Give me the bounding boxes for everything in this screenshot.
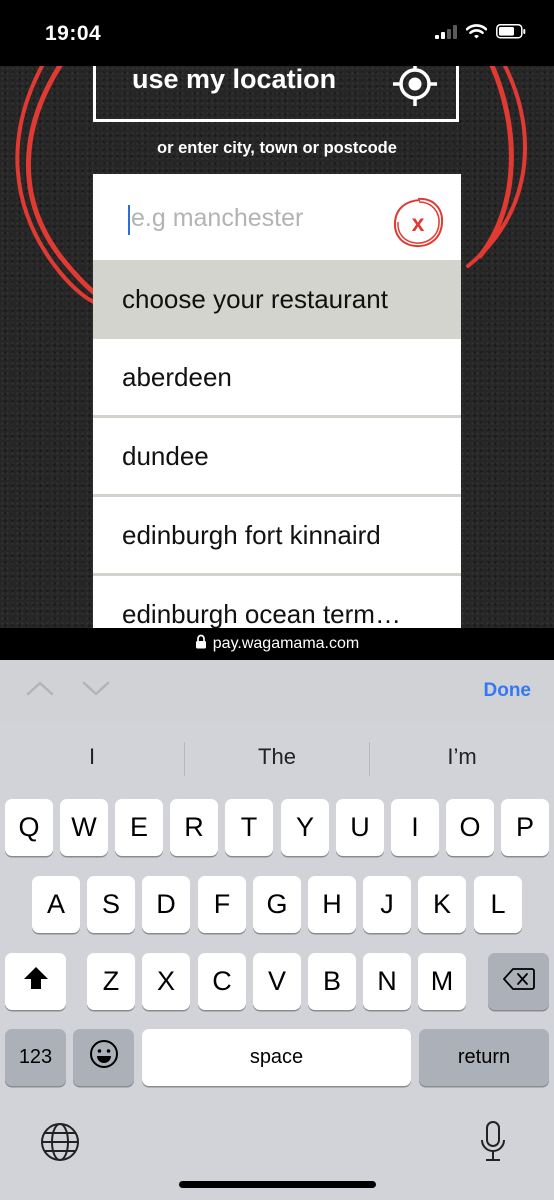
- use-my-location-button[interactable]: use my location: [93, 66, 459, 122]
- keyboard: I The I’m Q W E R T Y U I O P A S D F G …: [0, 722, 554, 1200]
- key-v[interactable]: V: [253, 953, 301, 1010]
- prediction-2[interactable]: The: [185, 744, 369, 770]
- key-q[interactable]: Q: [5, 799, 53, 856]
- key-c[interactable]: C: [198, 953, 246, 1010]
- next-field-button[interactable]: [81, 678, 111, 703]
- key-t[interactable]: T: [225, 799, 273, 856]
- use-my-location-label: use my location: [132, 66, 337, 94]
- crosshair-icon: [392, 66, 438, 112]
- previous-field-button[interactable]: [25, 678, 55, 703]
- wifi-icon: [465, 24, 488, 44]
- key-s[interactable]: S: [87, 876, 135, 933]
- status-time: 19:04: [45, 22, 102, 45]
- key-l[interactable]: L: [474, 876, 522, 933]
- key-b[interactable]: B: [308, 953, 356, 1010]
- signal-icon: [435, 24, 457, 44]
- restaurant-option-dundee[interactable]: dundee: [93, 418, 461, 497]
- url-domain: pay.wagamama.com: [212, 635, 360, 652]
- key-y[interactable]: Y: [281, 799, 329, 856]
- shift-icon: [23, 966, 49, 997]
- keyboard-accessory-bar: Done: [0, 660, 554, 722]
- key-d[interactable]: D: [142, 876, 190, 933]
- clear-x-label: x: [412, 210, 425, 236]
- web-content: use my location or enter city, town or p…: [0, 66, 554, 628]
- space-key[interactable]: space: [142, 1029, 411, 1086]
- restaurant-option-edinburgh-ocean-terminal[interactable]: edinburgh ocean term…: [93, 576, 461, 628]
- backspace-icon: [502, 966, 535, 997]
- shift-key[interactable]: [5, 953, 66, 1010]
- status-icons: [435, 24, 526, 44]
- key-h[interactable]: H: [308, 876, 356, 933]
- key-x[interactable]: X: [142, 953, 190, 1010]
- status-bar: 19:04: [0, 0, 554, 66]
- text-caret: [128, 205, 130, 235]
- key-k[interactable]: K: [418, 876, 466, 933]
- key-e[interactable]: E: [115, 799, 163, 856]
- prediction-3[interactable]: I’m: [370, 744, 554, 770]
- prediction-1[interactable]: I: [0, 744, 184, 770]
- battery-icon: [496, 24, 526, 44]
- emoji-icon: [89, 1039, 119, 1076]
- home-indicator: [179, 1181, 376, 1188]
- key-o[interactable]: O: [446, 799, 494, 856]
- globe-icon[interactable]: [40, 1122, 80, 1167]
- url-bar[interactable]: pay.wagamama.com: [0, 628, 554, 660]
- return-key[interactable]: return: [419, 1029, 549, 1086]
- lock-icon: [195, 634, 207, 654]
- key-u[interactable]: U: [336, 799, 384, 856]
- restaurant-option-aberdeen[interactable]: aberdeen: [93, 339, 461, 418]
- or-enter-location-text: or enter city, town or postcode: [157, 139, 397, 157]
- numbers-key[interactable]: 123: [5, 1029, 66, 1086]
- restaurant-dropdown: choose your restaurant aberdeen dundee e…: [93, 260, 461, 628]
- microphone-icon[interactable]: [479, 1120, 507, 1169]
- key-n[interactable]: N: [363, 953, 411, 1010]
- clear-search-button[interactable]: x: [390, 195, 446, 251]
- key-j[interactable]: J: [363, 876, 411, 933]
- key-i[interactable]: I: [391, 799, 439, 856]
- done-button[interactable]: Done: [484, 680, 532, 702]
- dropdown-header: choose your restaurant: [93, 260, 461, 339]
- key-f[interactable]: F: [198, 876, 246, 933]
- key-w[interactable]: W: [60, 799, 108, 856]
- key-a[interactable]: A: [32, 876, 80, 933]
- key-p[interactable]: P: [501, 799, 549, 856]
- key-z[interactable]: Z: [87, 953, 135, 1010]
- key-m[interactable]: M: [418, 953, 466, 1010]
- emoji-key[interactable]: [73, 1029, 134, 1086]
- restaurant-option-edinburgh-fort-kinnaird[interactable]: edinburgh fort kinnaird: [93, 497, 461, 576]
- delete-key[interactable]: [488, 953, 549, 1010]
- key-g[interactable]: G: [253, 876, 301, 933]
- location-search-box: x: [93, 174, 461, 260]
- location-search-input[interactable]: [131, 198, 371, 238]
- key-r[interactable]: R: [170, 799, 218, 856]
